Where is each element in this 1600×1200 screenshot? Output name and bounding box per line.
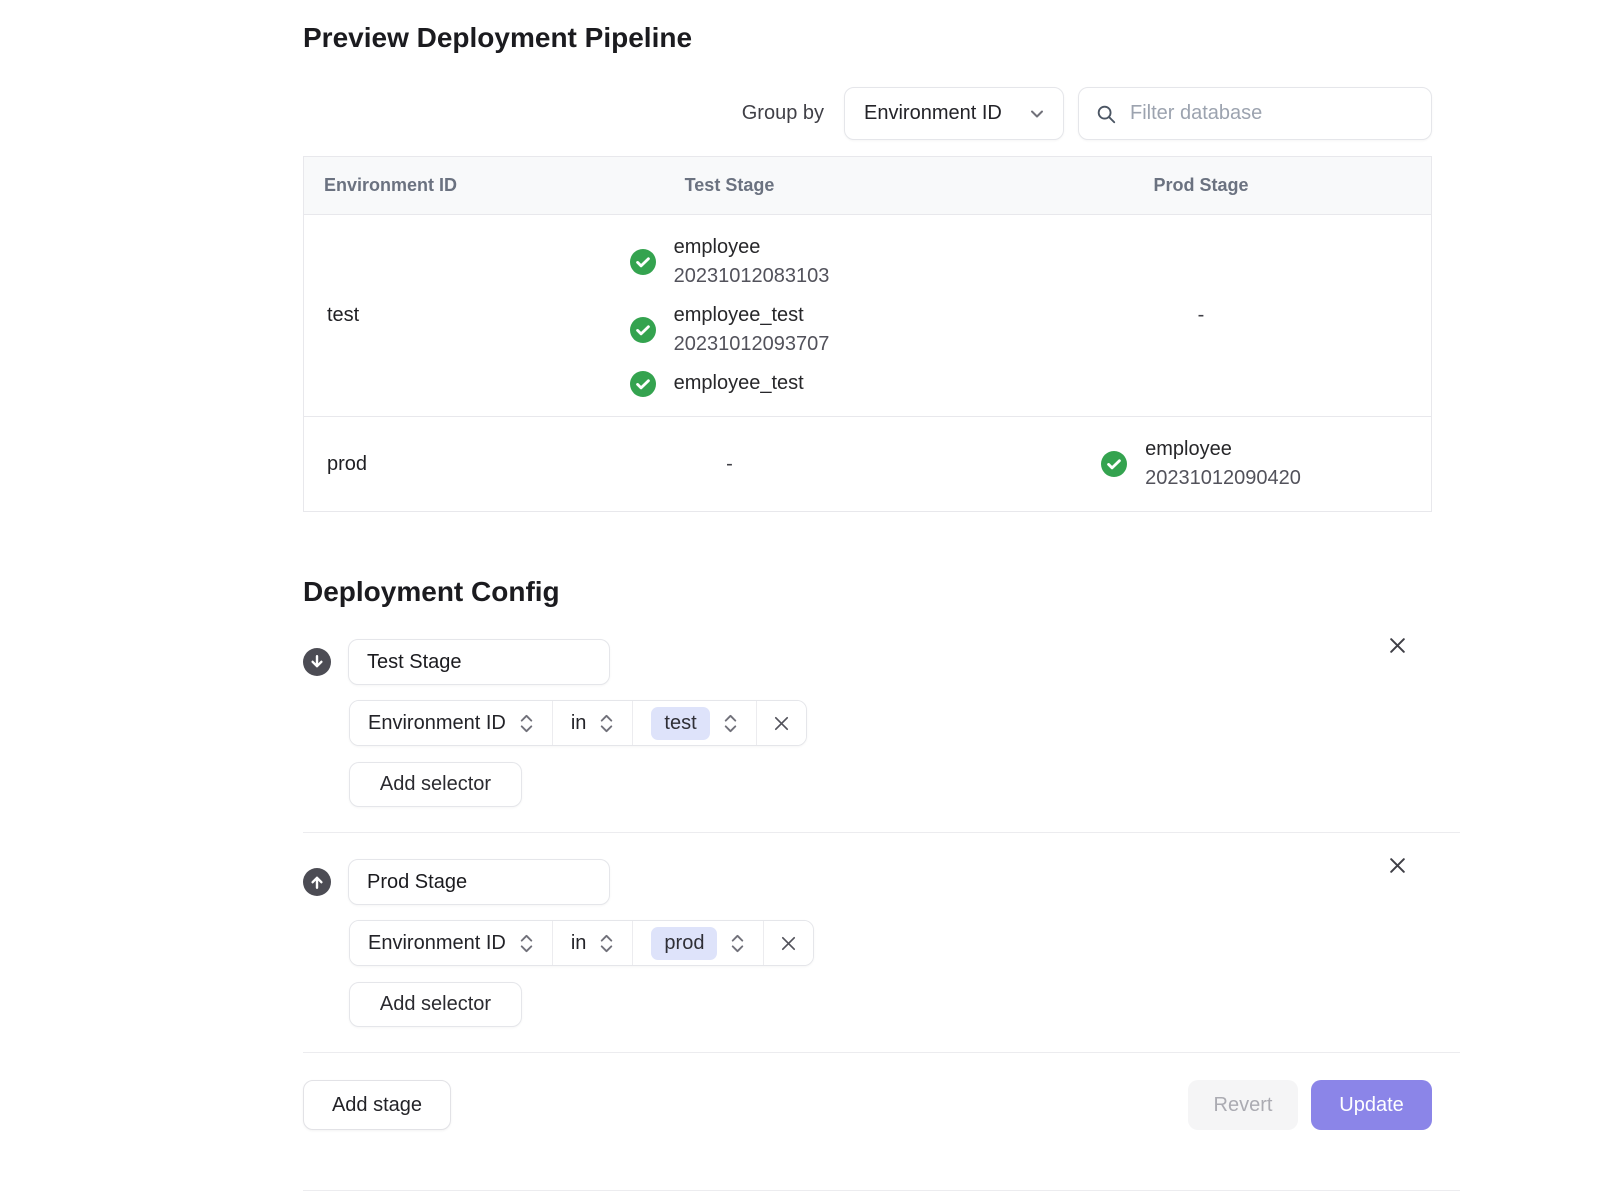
- updown-chevrons-icon: [599, 932, 614, 955]
- bottom-divider: [303, 1190, 1460, 1191]
- database-name: employee: [1145, 435, 1301, 464]
- stage-block-test: [303, 639, 1432, 685]
- environment-cell: test: [304, 215, 490, 416]
- deployment-config-title: Deployment Config: [303, 576, 1460, 608]
- move-stage-down-icon[interactable]: [303, 648, 331, 676]
- add-selector-button[interactable]: Add selector: [349, 762, 522, 807]
- add-selector-button[interactable]: Add selector: [349, 982, 522, 1027]
- prod-stage-cell-empty: -: [969, 215, 1433, 416]
- table-row-prod: prod - employee 20231012090420: [304, 416, 1431, 511]
- updown-chevrons-icon: [599, 712, 614, 735]
- close-icon: [1387, 635, 1408, 656]
- remove-selector-button[interactable]: [757, 701, 806, 745]
- group-by-select[interactable]: Environment ID: [844, 87, 1064, 140]
- search-icon: [1095, 103, 1117, 125]
- schema-version: 20231012090420: [1145, 464, 1301, 493]
- success-check-icon: [1101, 451, 1127, 477]
- pipeline-table-header: Environment ID Test Stage Prod Stage: [304, 157, 1431, 215]
- selector-value-tag: test: [651, 707, 709, 740]
- selector-value-tag: prod: [651, 927, 717, 960]
- selector-key-select[interactable]: Environment ID: [350, 701, 553, 745]
- page: Preview Deployment Pipeline Group by Env…: [0, 0, 1600, 1200]
- updown-chevrons-icon: [519, 712, 534, 735]
- selector-key-select[interactable]: Environment ID: [350, 921, 553, 965]
- success-check-icon: [630, 371, 656, 397]
- config-footer: Add stage Revert Update: [303, 1080, 1432, 1130]
- environment-cell: prod: [304, 417, 490, 511]
- column-header-prod-stage: Prod Stage: [969, 175, 1433, 196]
- table-row-test: test employee 20231012083103: [304, 215, 1431, 416]
- pipeline-table: Environment ID Test Stage Prod Stage tes…: [303, 156, 1432, 512]
- group-by-value: Environment ID: [864, 102, 1002, 125]
- column-header-environment: Environment ID: [304, 175, 490, 196]
- chevron-down-icon: [1027, 104, 1047, 124]
- selector-operator-select[interactable]: in: [553, 701, 634, 745]
- schema-version: 20231012083103: [674, 262, 830, 291]
- selector-operator-select[interactable]: in: [553, 921, 634, 965]
- close-icon: [1387, 855, 1408, 876]
- selector-value-select[interactable]: prod: [633, 921, 764, 965]
- success-check-icon: [630, 317, 656, 343]
- database-name: employee: [674, 233, 830, 262]
- selector-row: Environment ID in test: [349, 700, 807, 746]
- selector-row: Environment ID in prod: [349, 920, 814, 966]
- close-icon: [772, 714, 791, 733]
- stage-block-prod: [303, 859, 1432, 905]
- add-stage-button[interactable]: Add stage: [303, 1080, 451, 1130]
- test-stage-cell: employee 20231012083103 employee_test 20…: [490, 215, 969, 416]
- selector-key-value: Environment ID: [368, 712, 506, 735]
- deployment-entry: employee_test 20231012093707: [630, 301, 830, 359]
- prod-stage-cell: employee 20231012090420: [969, 417, 1433, 511]
- remove-stage-button[interactable]: [1383, 631, 1412, 660]
- updown-chevrons-icon: [519, 932, 534, 955]
- move-stage-up-icon[interactable]: [303, 868, 331, 896]
- filter-database-input[interactable]: [1130, 102, 1415, 125]
- stage-name-input[interactable]: [348, 639, 610, 685]
- updown-chevrons-icon: [730, 932, 745, 955]
- database-name: employee_test: [674, 301, 830, 330]
- close-icon: [779, 934, 798, 953]
- update-button[interactable]: Update: [1311, 1080, 1432, 1130]
- group-by-label: Group by: [742, 102, 824, 125]
- deployment-entry: employee 20231012090420: [1101, 435, 1301, 493]
- config-footer-divider: [303, 1052, 1460, 1053]
- database-name: employee_test: [674, 369, 804, 398]
- selector-operator-value: in: [571, 932, 587, 955]
- revert-button[interactable]: Revert: [1188, 1080, 1298, 1130]
- page-title: Preview Deployment Pipeline: [303, 22, 1460, 54]
- test-stage-cell-empty: -: [490, 417, 969, 511]
- deployment-entry: employee 20231012083103: [630, 233, 830, 291]
- selector-key-value: Environment ID: [368, 932, 506, 955]
- success-check-icon: [630, 249, 656, 275]
- selector-operator-value: in: [571, 712, 587, 735]
- stage-divider: [303, 832, 1460, 833]
- toolbar: Group by Environment ID: [303, 87, 1432, 140]
- selector-value-select[interactable]: test: [633, 701, 756, 745]
- stage-name-input[interactable]: [348, 859, 610, 905]
- deployment-entry: employee_test: [630, 369, 804, 398]
- remove-selector-button[interactable]: [764, 921, 813, 965]
- filter-database-box: [1078, 87, 1432, 140]
- updown-chevrons-icon: [723, 712, 738, 735]
- column-header-test-stage: Test Stage: [490, 175, 969, 196]
- schema-version: 20231012093707: [674, 330, 830, 359]
- remove-stage-button[interactable]: [1383, 851, 1412, 880]
